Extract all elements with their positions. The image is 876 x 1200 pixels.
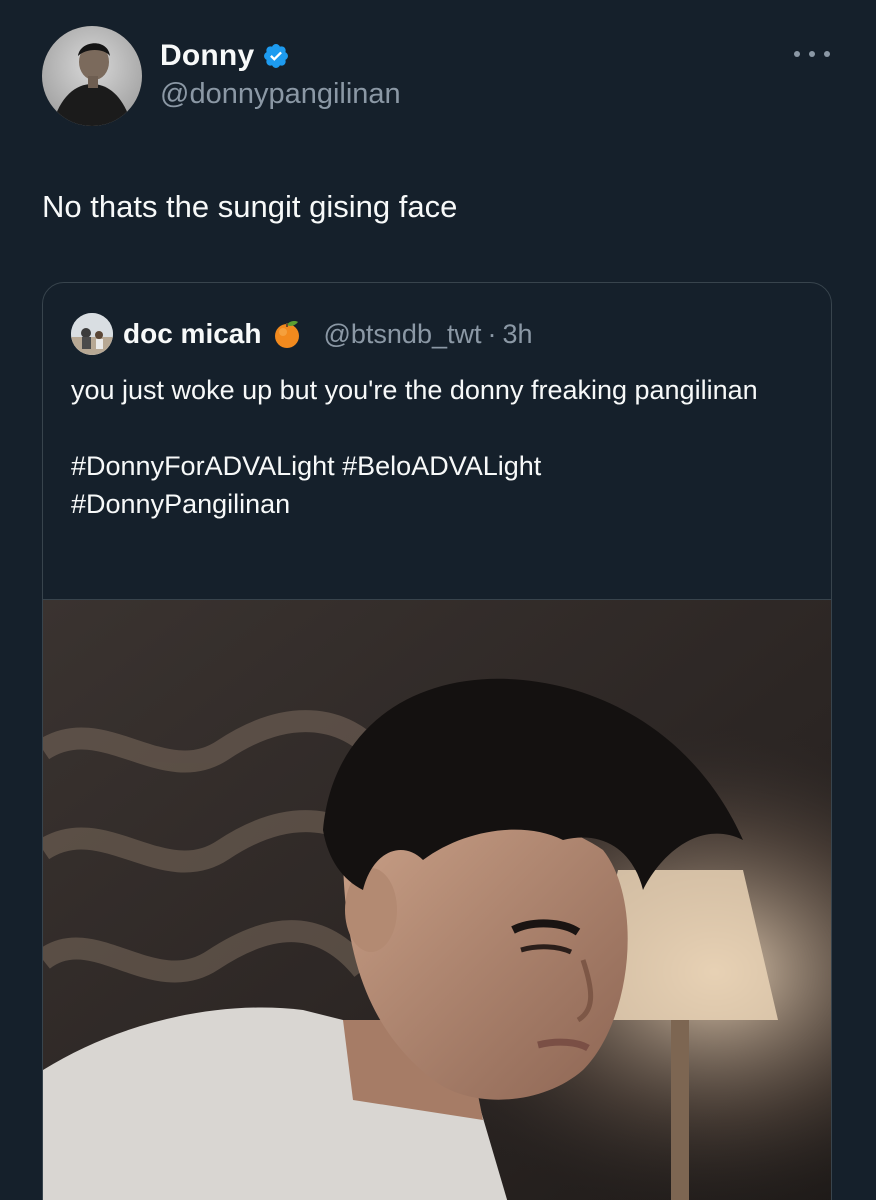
quoted-author-handle[interactable]: @btsndb_twt: [323, 319, 481, 350]
quoted-text-blank-line: [71, 409, 811, 447]
quoted-text-line: you just woke up but you're the donny fr…: [71, 375, 758, 405]
author-avatar[interactable]: [42, 26, 142, 126]
hashtags-line[interactable]: #DonnyPangilinan: [71, 485, 811, 523]
quoted-author-avatar[interactable]: [71, 313, 113, 355]
quoted-tweet[interactable]: doc micah @btsndb_twt · 3h you just woke…: [42, 282, 832, 1200]
quoted-author-avatar-image: [71, 313, 113, 355]
author-handle[interactable]: @donnypangilinan: [160, 78, 401, 111]
author-name-row: Donny: [160, 36, 290, 76]
more-dot: [809, 51, 815, 57]
hashtags-line[interactable]: #DonnyForADVALight #BeloADVALight: [71, 447, 811, 485]
quoted-header: doc micah @btsndb_twt · 3h: [123, 311, 533, 357]
quoted-media-photo[interactable]: [43, 599, 831, 1200]
photo-image: [43, 600, 831, 1200]
author-avatar-image: [42, 26, 142, 126]
quoted-separator: ·: [487, 318, 497, 349]
orange-emoji-icon: [271, 318, 303, 350]
quoted-text: you just woke up but you're the donny fr…: [71, 371, 811, 523]
tweet: Donny @donnypangilinan No thats the sung…: [0, 0, 876, 1200]
more-dot: [824, 51, 830, 57]
more-dot: [794, 51, 800, 57]
more-options-icon[interactable]: [794, 42, 830, 66]
quoted-timestamp[interactable]: 3h: [502, 319, 532, 350]
verified-badge-icon: [262, 42, 290, 70]
author-display-name[interactable]: Donny: [160, 39, 254, 73]
tweet-text: No thats the sungit gising face: [42, 189, 458, 224]
quoted-author-name[interactable]: doc micah: [123, 318, 261, 350]
